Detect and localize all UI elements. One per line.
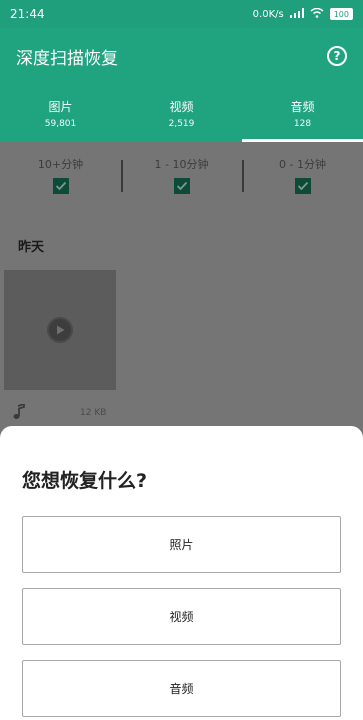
tab-label: 视频 <box>169 99 194 114</box>
status-bar: 21:44 0.0K/s 100 <box>0 0 363 28</box>
checkbox-checked[interactable] <box>294 178 311 194</box>
option-label: 照片 <box>169 538 194 552</box>
filter-1-10[interactable]: 1 - 10分钟 <box>121 142 242 206</box>
tab-videos[interactable]: 视频 2,519 <box>121 84 242 142</box>
filter-10plus[interactable]: 10+分钟 <box>0 142 121 206</box>
network-speed: 0.0K/s <box>252 8 284 20</box>
check-icon <box>176 181 187 191</box>
tab-count: 2,519 <box>168 118 195 129</box>
checkbox-checked[interactable] <box>173 178 190 194</box>
tab-label: 图片 <box>48 99 73 114</box>
tab-count: 128 <box>293 118 312 129</box>
audio-thumbnail[interactable] <box>4 270 116 390</box>
status-icons: 0.0K/s 100 <box>253 7 353 21</box>
section-title: 昨天 <box>18 240 45 255</box>
option-photos-button[interactable]: 照片 <box>22 516 341 573</box>
filter-label: 10+分钟 <box>37 158 84 171</box>
option-audio-button[interactable]: 音频 <box>22 660 341 717</box>
play-icon <box>47 317 73 343</box>
filter-0-1[interactable]: 0 - 1分钟 <box>242 142 363 206</box>
duration-filters: 10+分钟 1 - 10分钟 0 - 1分钟 <box>0 142 363 206</box>
status-time: 21:44 <box>10 7 45 21</box>
file-size: 12 KB <box>80 408 107 418</box>
battery-icon: 100 <box>329 8 353 20</box>
tab-count: 59,801 <box>44 118 77 129</box>
page-title: 深度扫描恢复 <box>16 48 118 69</box>
sheet-title: 您想恢复什么? <box>22 470 148 492</box>
music-note-icon <box>12 402 26 420</box>
signal-icon <box>289 7 304 21</box>
check-icon <box>55 181 66 191</box>
filter-label: 1 - 10分钟 <box>154 158 209 171</box>
question-circle-icon[interactable]: ? <box>327 46 347 66</box>
option-label: 视频 <box>169 610 194 624</box>
option-label: 音频 <box>169 682 194 696</box>
checkbox-checked[interactable] <box>52 178 69 194</box>
recover-bottom-sheet: 您想恢复什么? 照片 视频 音频 <box>0 426 363 720</box>
tab-images[interactable]: 图片 59,801 <box>0 84 121 142</box>
filter-label: 0 - 1分钟 <box>279 158 326 171</box>
tab-bar: 图片 59,801 视频 2,519 音频 128 <box>0 84 363 142</box>
app-bar: 深度扫描恢复 ? <box>0 28 363 84</box>
wifi-icon <box>310 7 324 21</box>
tab-label: 音频 <box>290 99 315 114</box>
option-videos-button[interactable]: 视频 <box>22 588 341 645</box>
tab-audio[interactable]: 音频 128 <box>242 84 363 142</box>
check-icon <box>297 181 308 191</box>
